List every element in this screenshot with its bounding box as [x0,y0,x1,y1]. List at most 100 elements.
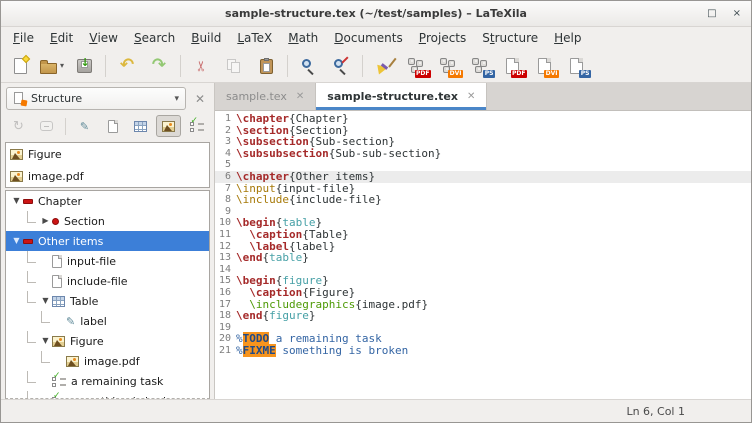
editor-area: sample.tex✕sample-structure.tex✕ 1\chapt… [215,83,751,399]
code-line-13: 13\end{table} [215,252,751,264]
menu-file[interactable]: File [5,27,42,49]
broom-icon [375,57,393,75]
tree-item-chapter[interactable]: ▼Chapter [6,191,209,211]
window-title: sample-structure.tex (~/test/samples) – … [225,7,527,20]
undo-button[interactable]: ↶ [112,52,142,80]
line-number: 14 [215,264,236,276]
view-pdf-button[interactable]: PDF [497,52,527,80]
redo-button[interactable]: ↷ [144,52,174,80]
view-pdf-badge: PDF [511,70,527,78]
clean-build-files-button[interactable] [369,52,399,80]
side-panel-close-button[interactable]: ✕ [191,92,209,106]
menu-help[interactable]: Help [546,27,589,49]
tree-connector [27,331,36,343]
expander-open-icon[interactable]: ▼ [10,197,23,205]
tree-item-label[interactable]: ✎label [6,311,209,331]
main-toolbar: ▾↓↶↷✂PDFDVIPSPDFDVIPS [1,49,751,83]
tree-item-other-items[interactable]: ▼Other items [6,231,209,251]
new-document-icon [14,58,27,74]
table-icon [134,121,147,132]
cut-button[interactable]: ✂ [187,52,217,80]
open-document-button[interactable]: ▾ [37,52,67,80]
line-number: 20 [215,333,236,345]
copy-button[interactable] [219,52,249,80]
latexila-window: sample-structure.tex (~/test/samples) – … [0,0,752,423]
tree-item-figure[interactable]: ▼Figure [6,331,209,351]
show-todos-fixmes-button[interactable]: ✓ [184,115,209,137]
collapse-all-button[interactable] [34,115,59,137]
menu-build[interactable]: Build [183,27,229,49]
file-icon [52,275,62,288]
text-editor[interactable]: 1\chapter{Chapter}2\section{Section}3\su… [215,111,751,399]
label-pencil-icon: ✎ [66,316,75,327]
tree-item-a-remaining-task[interactable]: ✓a remaining task [6,371,209,391]
structure-info-list: Figureimage.pdf [5,142,210,188]
expander-open-icon[interactable]: ▼ [39,297,52,305]
build-pdf-badge: PDF [415,70,431,78]
tree-item-image-pdf[interactable]: image.pdf [6,351,209,371]
tree-item-section[interactable]: ▶Section [6,211,209,231]
menu-structure[interactable]: Structure [474,27,546,49]
view-dvi-button[interactable]: DVI [529,52,559,80]
menu-edit[interactable]: Edit [42,27,81,49]
build-pdf-button[interactable]: PDF [401,52,431,80]
cut-icon: ✂ [195,60,209,72]
tab-close-icon[interactable]: ✕ [467,91,475,102]
view-ps-button[interactable]: PS [561,52,591,80]
line-number: 9 [215,206,236,218]
maximize-button[interactable]: □ [707,9,716,19]
paste-button[interactable] [251,52,281,80]
expander-open-icon[interactable]: ▼ [39,337,52,345]
code-line-4: 4\subsubsection{Sub-sub-section} [215,148,751,160]
show-included-files-button[interactable] [100,115,125,137]
menu-projects[interactable]: Projects [411,27,475,49]
line-number: 18 [215,310,236,322]
tab-close-icon[interactable]: ✕ [296,91,304,102]
menu-search[interactable]: Search [126,27,183,49]
build-ps-button[interactable]: PS [465,52,495,80]
cursor-position: Ln 6, Col 1 [626,405,685,418]
main-area: Structure ▾ ✕ ↻✎✓ Figureimage.pdf ▼Chapt… [1,83,751,399]
menu-view[interactable]: View [81,27,126,49]
expander-closed-icon[interactable]: ▶ [39,217,52,225]
build-dvi-badge: DVI [448,70,463,78]
tree-item-include-file[interactable]: include-file [6,271,209,291]
save-button[interactable]: ↓ [69,52,99,80]
build-dvi-button[interactable]: DVI [433,52,463,80]
menu-latex[interactable]: LaTeX [229,27,280,49]
search-replace-icon [333,58,349,74]
tree-item-something-is-broken[interactable]: ✓something is broken [6,391,209,399]
structure-icon [13,92,26,105]
line-number: 11 [215,229,236,241]
paste-icon [260,59,273,74]
side-panel-selector[interactable]: Structure ▾ [6,87,186,110]
find-button[interactable] [294,52,324,80]
titlebar: sample-structure.tex (~/test/samples) – … [1,1,751,27]
tab-sample-tex[interactable]: sample.tex✕ [215,83,316,110]
expander-open-icon[interactable]: ▼ [10,237,23,245]
tree-item-input-file[interactable]: input-file [6,251,209,271]
find-and-replace-button[interactable] [326,52,356,80]
table-icon [52,296,65,307]
line-number: 3 [215,136,236,148]
build-ps-badge: PS [483,70,495,78]
todo-icon: ✓ [52,375,66,387]
refresh-button[interactable]: ↻ [6,115,31,137]
show-tables-button[interactable] [128,115,153,137]
new-document-button[interactable] [5,52,35,80]
image-icon [66,356,79,367]
dropdown-arrow-icon: ▾ [60,61,64,70]
tree-item-table[interactable]: ▼Table [6,291,209,311]
tree-connector [27,271,36,283]
structure-info-item[interactable]: image.pdf [6,165,209,187]
line-number: 17 [215,299,236,311]
show-labels-button[interactable]: ✎ [72,115,97,137]
menu-math[interactable]: Math [280,27,326,49]
image-icon [10,171,23,182]
close-button[interactable]: × [733,9,741,19]
window-buttons: □× [707,1,741,26]
show-figures-button[interactable] [156,115,181,137]
menu-documents[interactable]: Documents [326,27,410,49]
structure-info-item[interactable]: Figure [6,143,209,165]
tab-sample-structure-tex[interactable]: sample-structure.tex✕ [316,83,487,110]
